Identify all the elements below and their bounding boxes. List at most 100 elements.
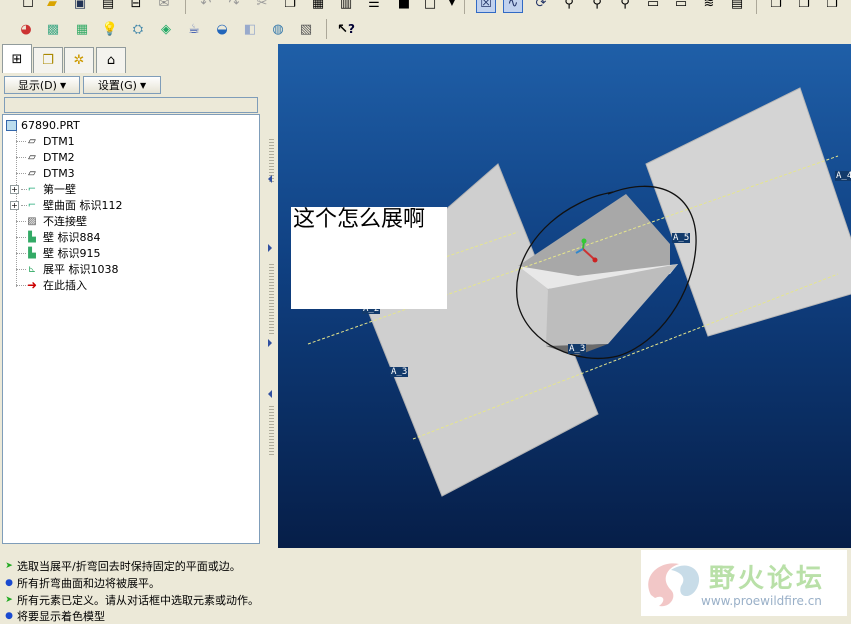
copy-icon[interactable]: ❐ (280, 0, 300, 13)
paste-special-icon[interactable]: ▥ (336, 0, 356, 13)
expand-icon[interactable]: + (10, 201, 19, 210)
datum-label[interactable]: A_4 (835, 171, 851, 181)
box-icon[interactable]: ◧ (240, 19, 260, 39)
undo-icon[interactable]: ↶ (196, 0, 216, 13)
texture-icon[interactable]: ▦ (72, 19, 92, 39)
first-wall-icon: ⌐ (27, 183, 37, 195)
shade-icon[interactable]: ◒ (212, 19, 232, 39)
splitter-grip (269, 264, 274, 334)
environment-icon[interactable]: ◈ (156, 19, 176, 39)
settings-menu-button[interactable]: 设置(G) ▼ (83, 76, 161, 94)
email-icon[interactable]: ✉ (154, 0, 174, 13)
refit-icon[interactable]: ⚲ (615, 0, 635, 13)
light-icon[interactable]: 💡 (100, 19, 120, 39)
message-text: 将要显示着色模型 (17, 610, 105, 623)
favorites-tab[interactable]: ⌂ (96, 47, 126, 73)
send-icon[interactable]: ⊟ (126, 0, 146, 13)
tree-item-label: 壁 标识915 (43, 247, 101, 260)
saved-views-icon[interactable]: ▤ (727, 0, 747, 13)
message-text: 所有元素已定义。请从对话框中选取元素或动作。 (17, 594, 259, 607)
redo-icon[interactable]: ↷ (224, 0, 244, 13)
tree-item-label: 第一壁 (43, 183, 76, 196)
navigator-panel: ⊞ ❐ ✲ ⌂ 显示(D) ▼ 设置(G) ▼ 67890.PRT ▱ DTM1 (0, 44, 266, 548)
tree-item-wall-surface[interactable]: ⌐ 壁曲面 标识112 (25, 197, 123, 213)
tree-item-dtm1[interactable]: ▱ DTM1 (25, 133, 75, 149)
render-toolbar: ◕ ▩ ▦ 💡 ⛭ ◈ ☕ ◒ ◧ ◍ ▧ ↖? (0, 14, 851, 44)
tree-item-wall-884[interactable]: ▙ 壁 标识884 (25, 229, 100, 245)
model-tree-icon[interactable]: ■ (394, 0, 414, 13)
shading-icon[interactable]: ❒ (822, 0, 842, 13)
tree-item-label: DTM3 (43, 166, 75, 180)
window-icon[interactable]: □ (420, 0, 440, 13)
sketch-icon[interactable]: ∿ (503, 0, 523, 13)
tree-item-first-wall[interactable]: ⌐ 第一壁 (25, 181, 76, 197)
datum-label[interactable]: A_5 (672, 233, 691, 243)
tree-root[interactable]: 67890.PRT (6, 117, 80, 133)
insert-here-arrow-icon: ➜ (26, 278, 38, 292)
open-icon[interactable]: ▰ (42, 0, 62, 13)
dot-blue-icon: ● (5, 611, 13, 621)
wall-icon: ▙ (28, 231, 36, 243)
regenerate-icon[interactable]: ☰ (364, 0, 384, 13)
model-tree-tab-icon: ⊞ (11, 51, 23, 67)
message-line: ● 将要显示着色模型 (4, 608, 105, 624)
annotation-note: 这个怎么展啊 (291, 207, 447, 309)
globe-icon[interactable]: ◍ (268, 19, 288, 39)
dropdown-icon[interactable]: ▼ (442, 0, 462, 13)
new-icon[interactable]: ☐ (18, 0, 38, 13)
perspective-icon[interactable]: ⛭ (128, 19, 148, 39)
wall-icon: ▙ (28, 247, 36, 259)
rotate-icon[interactable]: ⟳ (531, 0, 551, 13)
context-help-icon[interactable]: ↖? (336, 19, 356, 39)
zoom-out-icon[interactable]: ⚲ (587, 0, 607, 13)
message-line: ● 所有折弯曲面和边将被展平。 (4, 575, 160, 591)
tree-root-label: 67890.PRT (21, 118, 80, 132)
view-icon[interactable]: ▭ (643, 0, 663, 13)
appearance-icon[interactable]: ◕ (16, 19, 36, 39)
tools-icon[interactable]: ▧ (296, 19, 316, 39)
watermark-title: 野火论坛 (709, 564, 826, 594)
layer-tab-icon: ❐ (42, 53, 54, 68)
tree-item-label: DTM1 (43, 134, 75, 148)
scene-icon[interactable]: ▩ (43, 19, 63, 39)
message-line: ➤ 选取当展平/折弯回去时保持固定的平面或边。 (4, 558, 241, 574)
chevron-down-icon: ▼ (139, 80, 147, 90)
tree-item-dtm2[interactable]: ▱ DTM2 (25, 149, 75, 165)
datum-label[interactable]: A_3 (568, 344, 587, 354)
tree-filter-field[interactable] (4, 97, 258, 113)
tree-item-insert-here[interactable]: ➜ 在此插入 (25, 277, 87, 293)
save-icon[interactable]: ▣ (70, 0, 90, 13)
arrow-green-icon: ➤ (5, 595, 13, 605)
model-tree-tab[interactable]: ⊞ (2, 44, 32, 73)
layers-icon[interactable]: ≋ (699, 0, 719, 13)
teapot-icon[interactable]: ☕ (184, 19, 204, 39)
tree-item-unbend[interactable]: ⊾ 展平 标识1038 (25, 261, 119, 277)
cut-icon[interactable]: ✂ (252, 0, 272, 13)
layer-tab[interactable]: ❐ (33, 47, 63, 73)
graphics-viewport[interactable]: A_4 A_5 A_2 A_3 A_3 这个怎么展啊 (278, 44, 851, 548)
tree-item-wall-915[interactable]: ▙ 壁 标识915 (25, 245, 101, 261)
datum-display-icon[interactable]: ☒ (476, 0, 496, 13)
expand-right-icon[interactable] (268, 339, 272, 347)
print-icon[interactable]: ▤ (98, 0, 118, 13)
paste-icon[interactable]: ▦ (308, 0, 328, 13)
datum-label[interactable]: A_3 (390, 367, 409, 377)
watermark-url: www.proewildfire.cn (701, 594, 822, 608)
tree-item-dtm3[interactable]: ▱ DTM3 (25, 165, 75, 181)
zoom-in-icon[interactable]: ⚲ (559, 0, 579, 13)
message-area: ➤ 选取当展平/折弯回去时保持固定的平面或边。 ● 所有折弯曲面和边将被展平。 … (0, 548, 851, 623)
datum-plane-icon: ▱ (28, 135, 36, 147)
panel-splitter[interactable] (266, 44, 278, 548)
watermark-logo: 野火论坛 www.proewildfire.cn (641, 550, 847, 616)
wireframe-icon[interactable]: ❒ (766, 0, 786, 13)
hidden-line-icon[interactable]: ❒ (794, 0, 814, 13)
collapse-left-icon[interactable] (268, 175, 272, 183)
orient-icon[interactable]: ▭ (671, 0, 691, 13)
folder-tab[interactable]: ✲ (64, 47, 94, 73)
collapse-left-icon[interactable] (268, 390, 272, 398)
tree-item-unattached-wall[interactable]: ▨ 不连接壁 (25, 213, 87, 229)
expand-right-icon[interactable] (268, 244, 272, 252)
show-menu-button[interactable]: 显示(D) ▼ (4, 76, 80, 94)
datum-plane-icon: ▱ (28, 167, 36, 179)
expand-icon[interactable]: + (10, 185, 19, 194)
